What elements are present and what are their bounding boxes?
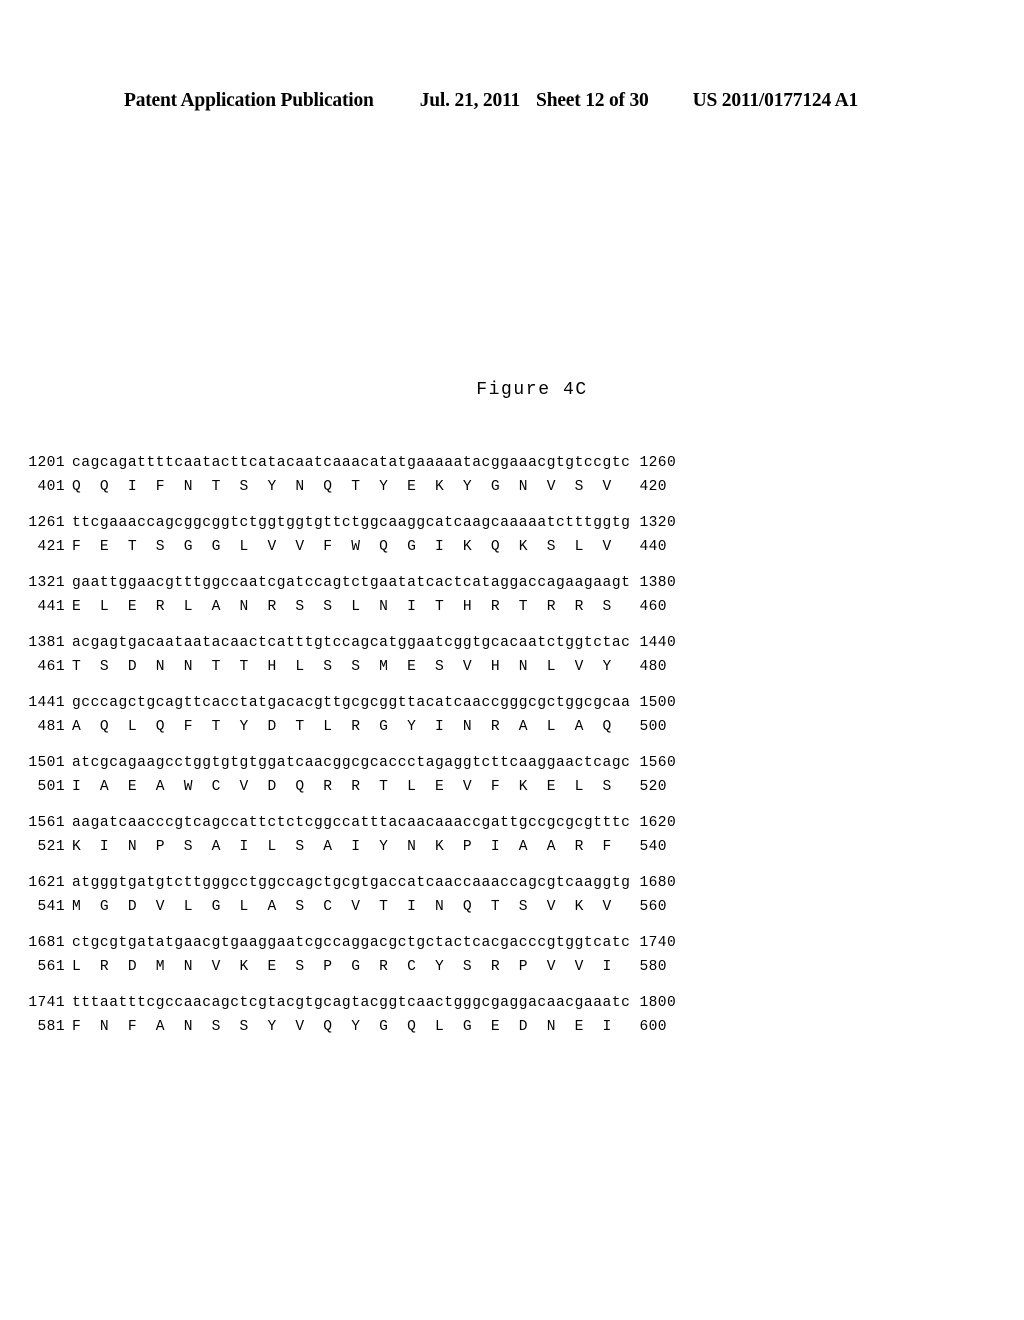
sequence-block: 1321 gaattggaacgtttggccaatcgatccagtctgaat… [0,575,1024,622]
amino-acid-line: 421 F E T S G G L V V F W Q G I K Q K S L… [0,539,1024,562]
amino-acid-sequence-text: T S D N N T T H L S S M E S V H N L V Y [72,659,612,675]
page-running-header: Patent Application Publication Jul. 21, … [124,90,900,112]
nucleotide-line: 1621 atgggtgatgtcttgggcctggccagctgcgtgacc… [0,875,1024,898]
nucleotide-end-number: 1440 [639,635,677,651]
amino-acid-start-number: 541 [37,899,65,915]
nucleotide-end-number: 1560 [639,755,677,771]
amino-acid-end-number: 540 [639,839,667,855]
amino-acid-line: 401 Q Q I F N T S Y N Q T Y E K Y G N V S… [0,479,1024,502]
amino-acid-line: 501 I A E A W C V D Q R R T L E V F K E L… [0,779,1024,802]
nucleotide-line: 1381 acgagtgacaataatacaactcatttgtccagcatg… [0,635,1024,658]
amino-acid-end-number: 600 [639,1019,667,1035]
amino-acid-sequence-text: M G D V L G L A S C V T I N Q T S V K V [72,899,612,915]
nucleotide-start-number: 1741 [28,995,65,1011]
amino-acid-end-number: 520 [639,779,667,795]
amino-acid-end-number: 500 [639,719,667,735]
nucleotide-end-number: 1320 [639,515,677,531]
nucleotide-end-number: 1740 [639,935,677,951]
amino-acid-sequence-text: F N F A N S S Y V Q Y G Q L G E D N E I [72,1019,612,1035]
amino-acid-sequence-text: Q Q I F N T S Y N Q T Y E K Y G N V S V [72,479,612,495]
header-patent-number: US 2011/0177124 A1 [692,90,859,111]
amino-acid-sequence-text: E L E R L A N R S S L N I T H R T R R S [72,599,612,615]
amino-acid-end-number: 560 [639,899,667,915]
nucleotide-end-number: 1260 [639,455,677,471]
nucleotide-sequence-text: gaattggaacgtttggccaatcgatccagtctgaatatca… [72,575,631,591]
amino-acid-line: 561 L R D M N V K E S P G R C Y S R P V V… [0,959,1024,982]
amino-acid-line: 541 M G D V L G L A S C V T I N Q T S V K… [0,899,1024,922]
nucleotide-end-number: 1800 [639,995,677,1011]
nucleotide-start-number: 1681 [28,935,65,951]
nucleotide-sequence-text: atgggtgatgtcttgggcctggccagctgcgtgaccatca… [72,875,631,891]
amino-acid-end-number: 440 [639,539,667,555]
amino-acid-end-number: 580 [639,959,667,975]
figure-caption: Figure 4C [476,380,588,400]
amino-acid-start-number: 441 [37,599,65,615]
amino-acid-line: 461 T S D N N T T H L S S M E S V H N L V… [0,659,1024,682]
nucleotide-start-number: 1441 [28,695,65,711]
sequence-block: 1261 ttcgaaaccagcggcggtctggtggtgttctggcaa… [0,515,1024,562]
amino-acid-start-number: 461 [37,659,65,675]
nucleotide-line: 1681 ctgcgtgatatgaacgtgaaggaatcgccaggacgc… [0,935,1024,958]
sequence-block: 1381 acgagtgacaataatacaactcatttgtccagcatg… [0,635,1024,682]
amino-acid-sequence-text: I A E A W C V D Q R R T L E V F K E L S [72,779,612,795]
nucleotide-end-number: 1620 [639,815,677,831]
nucleotide-sequence-text: cagcagattttcaatacttcatacaatcaaacatatgaaa… [72,455,631,471]
nucleotide-sequence-text: atcgcagaagcctggtgtgtggatcaacggcgcaccctag… [72,755,631,771]
amino-acid-end-number: 420 [639,479,667,495]
nucleotide-sequence-text: ctgcgtgatatgaacgtgaaggaatcgccaggacgctgct… [72,935,631,951]
nucleotide-start-number: 1321 [28,575,65,591]
nucleotide-sequence-text: tttaatttcgccaacagctcgtacgtgcagtacggtcaac… [72,995,631,1011]
sequence-block: 1441 gcccagctgcagttcacctatgacacgttgcgcggt… [0,695,1024,742]
header-publication-date: Jul. 21, 2011 [419,90,521,111]
nucleotide-end-number: 1680 [639,875,677,891]
nucleotide-end-number: 1380 [639,575,677,591]
nucleotide-line: 1501 atcgcagaagcctggtgtgtggatcaacggcgcacc… [0,755,1024,778]
nucleotide-start-number: 1621 [28,875,65,891]
nucleotide-sequence-text: gcccagctgcagttcacctatgacacgttgcgcggttaca… [72,695,631,711]
nucleotide-line: 1741 tttaatttcgccaacagctcgtacgtgcagtacggt… [0,995,1024,1018]
amino-acid-line: 581 F N F A N S S Y V Q Y G Q L G E D N E… [0,1019,1024,1042]
amino-acid-start-number: 421 [37,539,65,555]
amino-acid-start-number: 401 [37,479,65,495]
amino-acid-start-number: 581 [37,1019,65,1035]
amino-acid-start-number: 501 [37,779,65,795]
nucleotide-line: 1261 ttcgaaaccagcggcggtctggtggtgttctggcaa… [0,515,1024,538]
nucleotide-start-number: 1201 [28,455,65,471]
sequence-alignment-listing: 1201 cagcagattttcaatacttcatacaatcaaacatat… [0,455,1024,1055]
amino-acid-end-number: 460 [639,599,667,615]
nucleotide-sequence-text: ttcgaaaccagcggcggtctggtggtgttctggcaaggca… [72,515,631,531]
nucleotide-start-number: 1261 [28,515,65,531]
nucleotide-start-number: 1561 [28,815,65,831]
header-sheet-number: Sheet 12 of 30 [536,90,649,111]
amino-acid-start-number: 481 [37,719,65,735]
nucleotide-start-number: 1501 [28,755,65,771]
nucleotide-line: 1441 gcccagctgcagttcacctatgacacgttgcgcggt… [0,695,1024,718]
amino-acid-start-number: 521 [37,839,65,855]
sequence-block: 1621 atgggtgatgtcttgggcctggccagctgcgtgacc… [0,875,1024,922]
amino-acid-start-number: 561 [37,959,65,975]
sequence-block: 1201 cagcagattttcaatacttcatacaatcaaacatat… [0,455,1024,502]
sequence-block: 1501 atcgcagaagcctggtgtgtggatcaacggcgcacc… [0,755,1024,802]
sequence-block: 1741 tttaatttcgccaacagctcgtacgtgcagtacggt… [0,995,1024,1042]
amino-acid-sequence-text: F E T S G G L V V F W Q G I K Q K S L V [72,539,612,555]
amino-acid-end-number: 480 [639,659,667,675]
nucleotide-sequence-text: aagatcaacccgtcagccattctctcggccatttacaaca… [72,815,631,831]
amino-acid-line: 481 A Q L Q F T Y D T L R G Y I N R A L A… [0,719,1024,742]
nucleotide-line: 1321 gaattggaacgtttggccaatcgatccagtctgaat… [0,575,1024,598]
amino-acid-sequence-text: L R D M N V K E S P G R C Y S R P V V I [72,959,612,975]
nucleotide-line: 1561 aagatcaacccgtcagccattctctcggccatttac… [0,815,1024,838]
sequence-block: 1681 ctgcgtgatatgaacgtgaaggaatcgccaggacgc… [0,935,1024,982]
nucleotide-end-number: 1500 [639,695,677,711]
amino-acid-sequence-text: A Q L Q F T Y D T L R G Y I N R A L A Q [72,719,612,735]
nucleotide-line: 1201 cagcagattttcaatacttcatacaatcaaacatat… [0,455,1024,478]
amino-acid-line: 441 E L E R L A N R S S L N I T H R T R R… [0,599,1024,622]
nucleotide-start-number: 1381 [28,635,65,651]
amino-acid-line: 521 K I N P S A I L S A I Y N K P I A A R… [0,839,1024,862]
sequence-block: 1561 aagatcaacccgtcagccattctctcggccatttac… [0,815,1024,862]
amino-acid-sequence-text: K I N P S A I L S A I Y N K P I A A R F [72,839,612,855]
header-publication-label: Patent Application Publication [124,90,374,111]
nucleotide-sequence-text: acgagtgacaataatacaactcatttgtccagcatggaat… [72,635,631,651]
